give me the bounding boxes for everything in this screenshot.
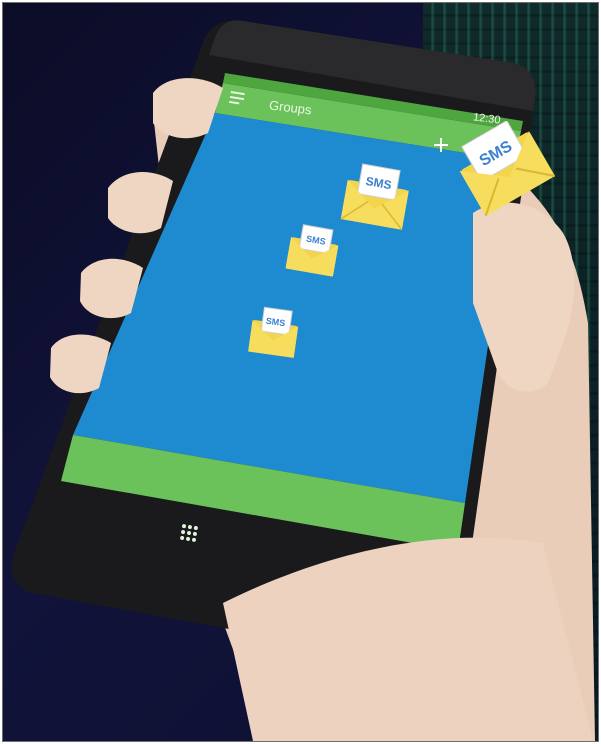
sms-envelope-icon: SMS <box>248 306 299 358</box>
sms-envelope-icon: SMS <box>459 121 556 217</box>
sms-envelope-icon: SMS <box>285 224 339 277</box>
photo-frame: SMS SMS SMS SMS Groups 12:30 <box>2 2 599 742</box>
grid-dots-icon[interactable] <box>180 524 198 542</box>
sms-envelope-icon: SMS <box>340 163 409 231</box>
